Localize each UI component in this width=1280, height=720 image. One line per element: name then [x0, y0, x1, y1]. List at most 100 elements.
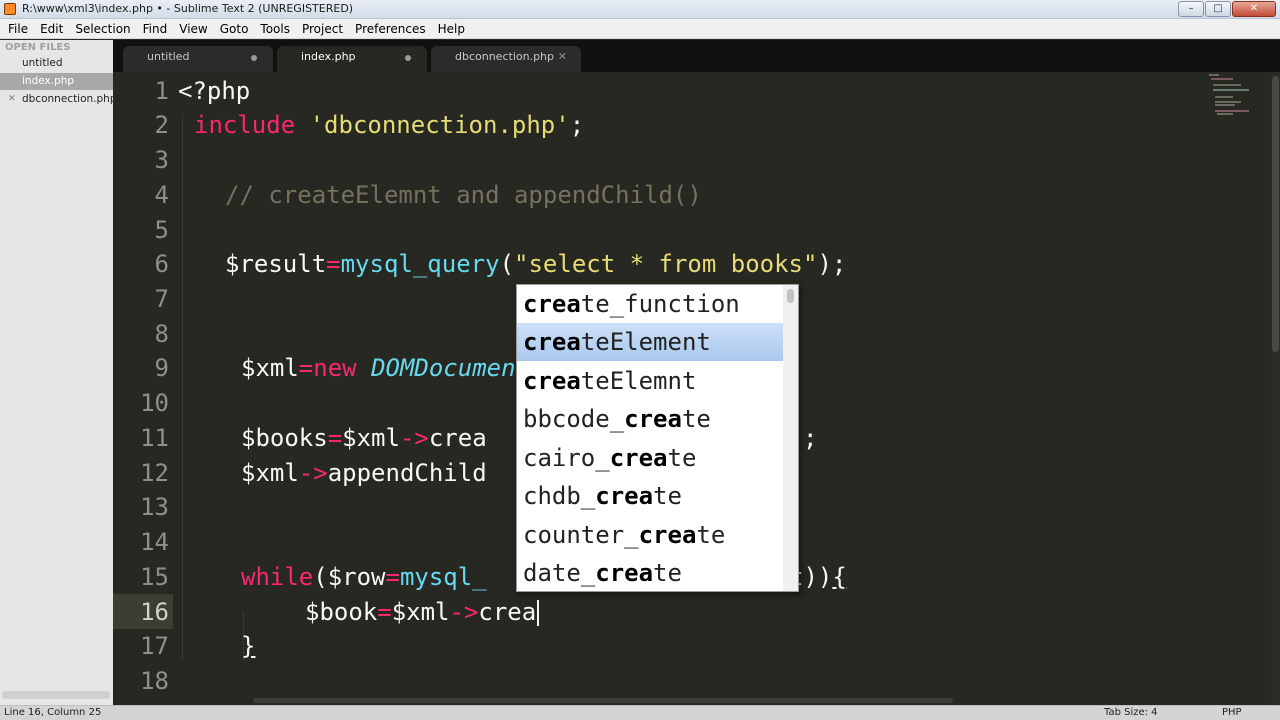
autocomplete-item[interactable]: create_function [517, 285, 785, 323]
tab-index-php[interactable]: index.php [277, 46, 427, 72]
line-number: 15 [140, 563, 169, 591]
code-line-15: while($row=mysql_ [241, 560, 487, 595]
minimap-line [1215, 101, 1241, 103]
autocomplete-scrollbar[interactable] [783, 285, 798, 591]
line-number: 6 [154, 250, 169, 278]
code-line-11: $books=$xml->crea [241, 421, 487, 456]
class-name: DOMDocument [371, 354, 531, 382]
autocomplete-item[interactable]: chdb_create [517, 477, 785, 515]
menu-find[interactable]: Find [139, 22, 172, 36]
minimap-line [1209, 74, 1219, 76]
keyword-new: new [313, 354, 357, 382]
menu-goto[interactable]: Goto [216, 22, 253, 36]
menu-tools[interactable]: Tools [256, 22, 294, 36]
minimize-button[interactable]: – [1178, 1, 1204, 17]
semicolon: ; [569, 111, 585, 139]
autocomplete-item[interactable]: cairo_create [517, 439, 785, 477]
title-bar: R:\www\xml3\index.php • - Sublime Text 2… [0, 0, 1280, 19]
minimap-line [1213, 89, 1249, 91]
close-tab-icon[interactable]: ✕ [558, 46, 567, 68]
variable: $row [327, 563, 386, 591]
autocomplete-item-selected[interactable]: createElement [517, 323, 785, 361]
scrollbar-thumb[interactable] [253, 698, 953, 703]
unsaved-dot-icon[interactable] [251, 55, 257, 61]
completion-prefix: bbcode_ [523, 405, 625, 433]
variable: $result [225, 250, 327, 278]
completion-match: crea [523, 367, 581, 395]
unsaved-dot-icon[interactable] [405, 55, 411, 61]
autocomplete-popup: create_function createElement createElem… [516, 284, 799, 592]
operator: = [326, 250, 341, 278]
tab-bar: untitled index.php dbconnection.php ✕ [113, 40, 1280, 72]
scrollbar-thumb[interactable] [1272, 76, 1279, 352]
completion-suffix: te [653, 482, 682, 510]
window-title: R:\www\xml3\index.php • - Sublime Text 2… [22, 2, 354, 15]
completion-prefix: date_ [523, 559, 596, 587]
line-number: 17 [140, 632, 169, 660]
autocomplete-item[interactable]: counter_create [517, 516, 785, 554]
scrollbar-thumb[interactable] [787, 289, 794, 303]
minimap-line [1217, 113, 1233, 115]
menu-file[interactable]: File [4, 22, 32, 36]
line-number: 10 [140, 389, 169, 417]
variable: $xml [241, 354, 299, 382]
close-file-icon[interactable]: ✕ [8, 91, 16, 108]
sidebar-scrollbar[interactable] [2, 691, 110, 699]
autocomplete-item[interactable]: date_create [517, 554, 785, 591]
code-line-9: $xml=new DOMDocument [241, 351, 530, 386]
maximize-button[interactable]: □ [1205, 1, 1231, 17]
menu-view[interactable]: View [175, 22, 211, 36]
line-number: 18 [140, 667, 169, 695]
menu-help[interactable]: Help [434, 22, 469, 36]
line-number: 14 [140, 528, 169, 556]
vertical-scrollbar[interactable] [1271, 72, 1280, 705]
code-line-17: } [241, 629, 255, 664]
line-number: 2 [154, 111, 169, 139]
variable: $xml [342, 424, 400, 452]
completion-suffix: te [696, 521, 726, 549]
operator: = [377, 598, 392, 626]
tab-untitled[interactable]: untitled [123, 46, 273, 72]
paren: ( [499, 250, 515, 278]
tab-size-selector[interactable]: Tab Size: 4 [1104, 707, 1158, 718]
autocomplete-item[interactable]: bbcode_create [517, 400, 785, 438]
sidebar-file-index[interactable]: index.php [0, 73, 113, 90]
paren-semicolon: ); [817, 250, 847, 278]
horizontal-scrollbar[interactable] [113, 697, 1280, 705]
line-number: 4 [154, 181, 169, 209]
cursor-position: Line 16, Column 25 [4, 707, 102, 718]
completion-prefix: chdb_ [523, 482, 596, 510]
method-call: crea [428, 424, 487, 452]
line-number: 1 [154, 77, 169, 105]
tab-dbconnection-php[interactable]: dbconnection.php ✕ [431, 46, 581, 72]
minimap[interactable] [1205, 72, 1271, 122]
method-call: appendChild [327, 459, 487, 487]
menu-project[interactable]: Project [298, 22, 347, 36]
close-button[interactable]: ✕ [1232, 1, 1276, 17]
autocomplete-item[interactable]: createElemnt [517, 362, 785, 400]
code-line-2: include 'dbconnection.php'; [194, 108, 584, 143]
sidebar-file-dbconnection[interactable]: ✕ dbconnection.php [0, 91, 113, 108]
completion-match: crea [523, 290, 581, 318]
syntax-selector[interactable]: PHP [1222, 707, 1242, 718]
completion-suffix: te_function [580, 290, 740, 318]
completion-match: crea [638, 521, 697, 549]
string-literal: 'dbconnection.php' [309, 111, 570, 139]
line-number: 7 [154, 285, 169, 313]
operator: = [298, 354, 314, 382]
completion-suffix: teElement [580, 328, 711, 356]
menu-edit[interactable]: Edit [36, 22, 67, 36]
minimap-line [1215, 96, 1233, 98]
close-brace: } [241, 632, 256, 660]
php-open-tag: <?php [178, 77, 251, 105]
completion-prefix: counter_ [523, 521, 639, 549]
keyword-include: include [194, 111, 296, 139]
keyword-while: while [241, 563, 314, 591]
completion-match: crea [624, 405, 682, 433]
sublime-app-icon [4, 3, 16, 15]
sidebar-file-untitled[interactable]: untitled [0, 55, 113, 72]
menu-preferences[interactable]: Preferences [351, 22, 430, 36]
arrow-operator: -> [298, 459, 328, 487]
menu-selection[interactable]: Selection [71, 22, 134, 36]
completion-suffix: teElemnt [580, 367, 697, 395]
